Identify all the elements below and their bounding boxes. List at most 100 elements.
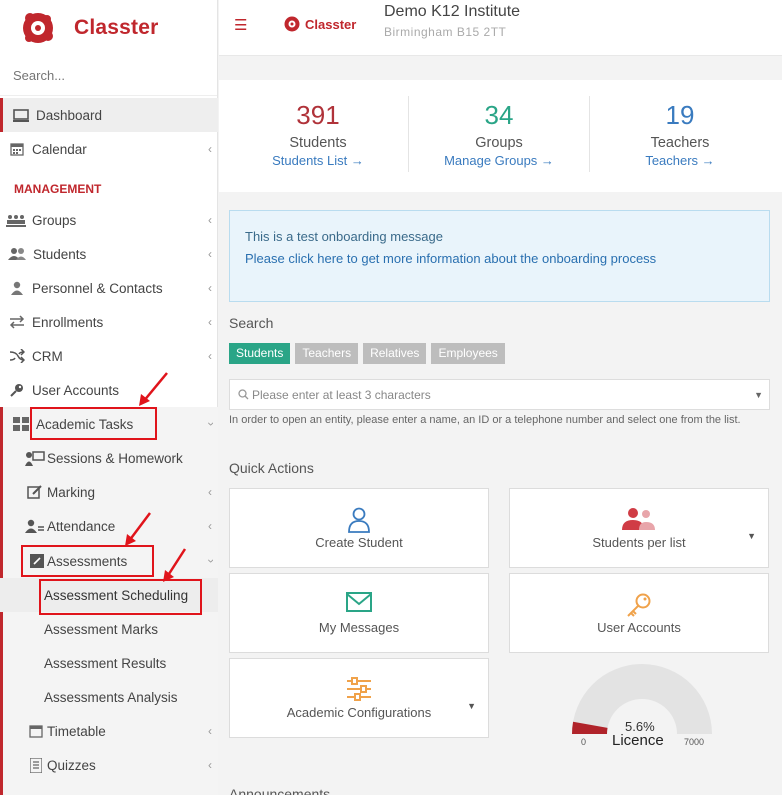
sidebar-item-label: Assessment Results	[44, 655, 167, 671]
person-icon	[7, 280, 27, 296]
sidebar-item-label: Marking	[47, 484, 96, 500]
onboarding-info-link[interactable]: Please click here to get more informatio…	[245, 248, 754, 270]
onboarding-notice: This is a test onboarding message Please…	[229, 210, 770, 302]
tab-teachers[interactable]: Teachers	[295, 343, 359, 364]
chevron-left-icon: ‹	[208, 281, 212, 295]
search-icon	[238, 389, 249, 400]
quick-actions-heading: Quick Actions	[229, 460, 314, 476]
classter-logo-icon	[284, 16, 300, 32]
shuffle-icon	[7, 348, 27, 364]
attendance-icon	[25, 518, 45, 534]
header-logo: Classter	[283, 15, 356, 33]
annotation-arrow-icon	[139, 372, 168, 406]
sidebar-item-label: Dashboard	[36, 107, 103, 123]
sidebar-item-label: Enrollments	[32, 314, 104, 330]
top-bar: ☰ Classter Demo K12 Institute Birmingham…	[219, 0, 782, 56]
sidebar-item-user-accounts[interactable]: User Accounts	[0, 373, 218, 407]
sidebar-search-input[interactable]	[13, 68, 203, 83]
sidebar-item-timetable[interactable]: Timetable ‹	[0, 714, 218, 748]
key-icon	[510, 592, 768, 618]
hamburger-menu-icon[interactable]: ☰	[234, 16, 247, 34]
sidebar-item-assessments-analysis[interactable]: Assessments Analysis	[0, 680, 218, 714]
sidebar-item-label: Attendance	[47, 518, 116, 534]
create-student-card[interactable]: Create Student	[229, 488, 489, 568]
card-label: My Messages	[318, 620, 400, 635]
sidebar-item-dashboard[interactable]: Dashboard	[0, 98, 218, 132]
caret-down-icon[interactable]: ▼	[467, 701, 476, 711]
search-helper-text: In order to open an entity, please enter…	[229, 414, 741, 426]
stat-label: Teachers	[650, 135, 710, 151]
sidebar-item-students[interactable]: Students ‹	[0, 237, 218, 271]
sidebar-item-label: Timetable	[47, 723, 106, 739]
sidebar-item-assessment-marks[interactable]: Assessment Marks	[0, 612, 218, 646]
sidebar-item-enrollments[interactable]: Enrollments ‹	[0, 305, 218, 339]
licence-label: Licence	[612, 732, 664, 749]
calendar-icon	[7, 141, 27, 157]
stat-label: Groups	[475, 135, 523, 151]
chevron-left-icon: ‹	[208, 142, 212, 156]
students-list-link[interactable]: Students List →	[228, 153, 408, 168]
stat-value: 34	[484, 100, 514, 130]
sidebar-item-label: User Accounts	[32, 382, 120, 398]
monitor-icon	[11, 107, 31, 123]
gauge-max: 7000	[684, 737, 705, 747]
sidebar-item-sessions-homework[interactable]: Sessions & Homework	[0, 441, 218, 475]
caret-down-icon[interactable]: ▼	[754, 390, 763, 400]
sidebar: Classter Dashboard Calendar ‹ MANAGEMENT…	[0, 0, 218, 795]
stat-value: 19	[665, 100, 695, 130]
sidebar-item-label: Assessment Marks	[44, 621, 159, 637]
card-label: Create Student	[315, 535, 403, 550]
announcements-heading: Announcements	[229, 786, 331, 795]
edit-icon	[25, 484, 45, 500]
my-messages-card[interactable]: My Messages	[229, 573, 489, 653]
stat-groups: 34 Groups Manage Groups →	[409, 80, 589, 192]
list-icon	[26, 757, 46, 773]
brand-name: Classter	[74, 16, 159, 39]
manage-groups-link[interactable]: Manage Groups →	[409, 153, 589, 168]
sidebar-item-calendar[interactable]: Calendar ‹	[0, 132, 218, 166]
students-per-list-card[interactable]: Students per list ▼	[509, 488, 769, 568]
sidebar-item-label: CRM	[32, 348, 63, 364]
notice-text: This is a test onboarding message	[245, 229, 443, 244]
sidebar-item-personnel-contacts[interactable]: Personnel & Contacts ‹	[0, 271, 218, 305]
search-tabs: Students Teachers Relatives Employees	[229, 343, 505, 364]
sidebar-search	[0, 56, 217, 96]
user-outline-icon	[230, 507, 488, 533]
presentation-icon	[25, 450, 45, 466]
grid-icon	[11, 416, 31, 432]
key-icon	[7, 382, 27, 398]
chevron-left-icon: ‹	[208, 724, 212, 738]
user-accounts-card[interactable]: User Accounts	[509, 573, 769, 653]
entity-search-input[interactable]: Please enter at least 3 characters ▼	[229, 379, 770, 410]
sidebar-item-label: Assessments Analysis	[44, 689, 178, 705]
classter-logo-icon	[23, 13, 53, 43]
brand-logo[interactable]: Classter	[0, 0, 217, 56]
sidebar-item-marking[interactable]: Marking ‹	[0, 475, 218, 509]
sidebar-item-attendance[interactable]: Attendance ‹	[0, 509, 218, 543]
caret-down-icon[interactable]: ▼	[747, 531, 756, 541]
sidebar-item-groups[interactable]: Groups ‹	[0, 203, 218, 237]
tab-students[interactable]: Students	[229, 343, 291, 364]
sidebar-item-label: Sessions & Homework	[47, 450, 183, 466]
sidebar-item-quizzes[interactable]: Quizzes ‹	[0, 748, 218, 782]
gauge-min: 0	[581, 737, 587, 747]
stats-panel: 391 Students Students List → 34 Groups M…	[219, 80, 782, 192]
tab-relatives[interactable]: Relatives	[363, 343, 427, 364]
sliders-icon	[230, 677, 488, 703]
academic-configurations-card[interactable]: Academic Configurations ▼	[229, 658, 489, 738]
stat-teachers: 19 Teachers Teachers →	[590, 80, 770, 192]
stat-students: 391 Students Students List →	[228, 80, 408, 192]
chevron-left-icon: ‹	[208, 485, 212, 499]
sidebar-item-assessment-results[interactable]: Assessment Results	[0, 646, 218, 680]
annotation-arrow-icon	[163, 548, 187, 582]
users-icon	[510, 507, 768, 533]
sidebar-item-label: Personnel & Contacts	[32, 280, 163, 296]
sidebar-item-label: Groups	[32, 212, 77, 228]
stat-label: Students	[289, 135, 347, 151]
tab-employees[interactable]: Employees	[431, 343, 505, 364]
header-brand-name: Classter	[305, 16, 357, 32]
card-label: Students per list	[592, 535, 686, 550]
entity-search-placeholder: Please enter at least 3 characters	[252, 387, 431, 402]
teachers-link[interactable]: Teachers →	[590, 153, 770, 168]
sidebar-item-crm[interactable]: CRM ‹	[0, 339, 218, 373]
